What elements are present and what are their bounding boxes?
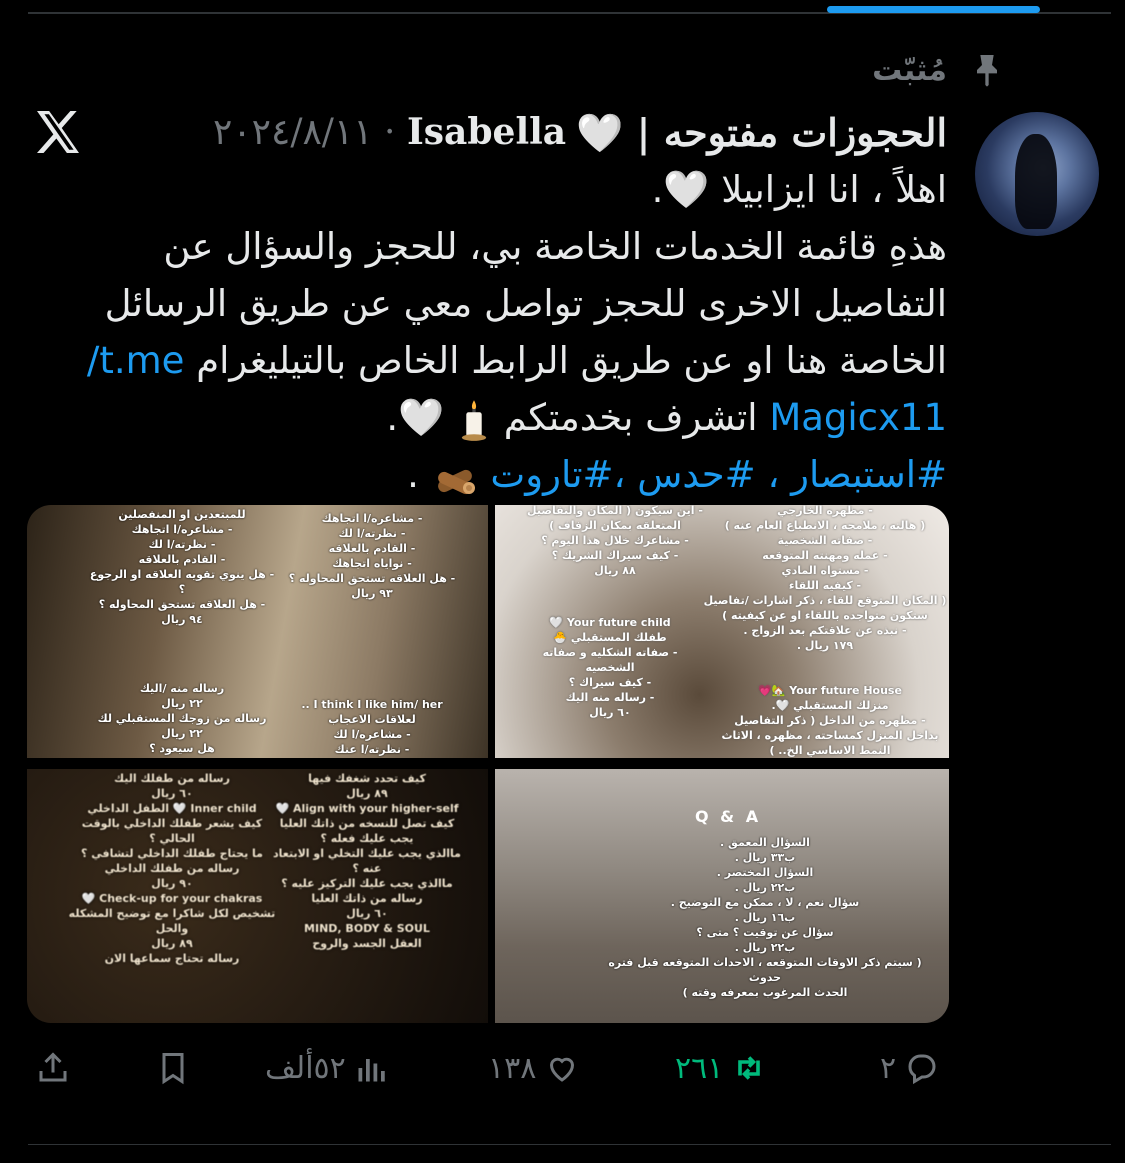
share-button[interactable] — [35, 1050, 71, 1086]
media-grid[interactable]: للمبتعدين او المنفصلين - مشاعره/ا اتجاهك… — [27, 505, 949, 1023]
reply-icon — [908, 1054, 936, 1085]
image-2-text-child: Your future child 🤍 طفلك المستقبلي 🐣 - ص… — [542, 616, 678, 719]
avatar-figure — [1015, 134, 1057, 229]
tweet-header: الحجوزات مفتوحه | 🤍 Isabella · ٢٠٢٤/٨/١١ — [47, 104, 947, 161]
likes-count: ١٣٨ — [488, 1050, 537, 1086]
pinned-label: مُثبّت — [872, 52, 947, 88]
post-date[interactable]: ٢٠٢٤/٨/١١ — [213, 112, 373, 153]
retweet-button[interactable]: ٢٦١ — [675, 1050, 767, 1086]
image-1-text-bottom-left: رساله منه /اليك ٢٢ ريال رساله من زوجك ال… — [97, 682, 267, 755]
image-1-text-left: للمبتعدين او المنفصلين - مشاعره/ا اتجاهك… — [89, 508, 275, 626]
pin-icon — [977, 55, 997, 87]
replies-count: ٢ — [880, 1050, 897, 1086]
tab-indicator — [827, 6, 1040, 13]
tweet-line-1: اهلاً ، انا ايزابيلا 🤍. — [651, 168, 947, 211]
wood-emoji-icon — [437, 469, 475, 494]
reply-button[interactable]: ٢ — [880, 1050, 940, 1086]
retweets-count: ٢٦١ — [675, 1050, 724, 1086]
image-4-title: Q & A — [695, 807, 762, 826]
tweet-line-4: الخاصة هنا او عن طريق الرابط الخاص بالتي… — [47, 332, 947, 389]
telegram-link-part1[interactable]: t.me/ — [87, 339, 185, 382]
image-2-text-top-left: - اين سيكون ( المكان والتفاصيل المتعلقه … — [527, 505, 703, 577]
image-2-text-house: Your future House 🏡💗 منزلك المستقبلي 🤍. … — [721, 684, 939, 757]
image-1-text-right: - مشاعره/ا اتجاهك - نظرته/ا لك - القادم … — [288, 512, 456, 600]
bottom-divider — [28, 1144, 1111, 1145]
handle[interactable]: Isabella — [407, 111, 566, 153]
media-image-2[interactable]: - اين سيكون ( المكان والتفاصيل المتعلقه … — [495, 505, 949, 758]
media-image-3[interactable]: رساله من طفلك اليك ٦٠ ريال Inner child 🤍… — [27, 769, 488, 1023]
heart-icon — [550, 1057, 575, 1082]
image-1-text-bottom-right: I think I like him/ her .. لعلاقات الاعج… — [301, 698, 443, 756]
retweet-icon — [738, 1056, 761, 1080]
bookmark-button[interactable] — [155, 1050, 191, 1086]
tweet-line-3: التفاصيل الاخرى للحجز تواصل معي عن طريق … — [104, 282, 947, 325]
media-image-4[interactable]: Q & A السؤال المعمق . ب٣٣ ريال . السؤال … — [495, 769, 949, 1023]
avatar[interactable] — [975, 112, 1099, 236]
image-3-text-right: كيف تحدد شغفك فيها ٨٩ ريال Align with yo… — [273, 772, 461, 950]
hashtags[interactable]: #استبصار ، #حدس ،#تاروت — [490, 453, 947, 496]
media-image-1[interactable]: للمبتعدين او المنفصلين - مشاعره/ا اتجاهك… — [27, 505, 488, 758]
image-2-text-top-right: - مظهره الخارجي ( هالته ، ملامحه ، الانط… — [703, 505, 947, 652]
tweet-line-5-end: 🤍. — [386, 396, 445, 439]
tweet-line-5: Magicx11 اتشرف بخدمتكم 🤍. — [47, 389, 947, 446]
views-count: ٥٢ألف — [265, 1050, 346, 1086]
candle-emoji-icon — [461, 399, 487, 441]
views-button[interactable]: ٥٢ألف — [265, 1050, 390, 1086]
bookmark-icon — [162, 1053, 184, 1085]
image-3-text-left: رساله من طفلك اليك ٦٠ ريال Inner child 🤍… — [68, 772, 276, 965]
image-4-text: السؤال المعمق . ب٣٣ ريال . السؤال المختص… — [608, 836, 922, 999]
like-button[interactable]: ١٣٨ — [488, 1050, 580, 1086]
share-icon — [39, 1052, 67, 1082]
tweet-line-2: هذهِ قائمة الخدمات الخاصة بي، للحجز والس… — [163, 225, 947, 268]
tweet-line-5-text: اتشرف بخدمتكم — [503, 396, 758, 439]
action-bar: ٥٢ألف ١٣٨ ٢٦١ ٢ — [0, 1050, 1125, 1098]
handle-date: Isabella · ٢٠٢٤/٨/١١ — [212, 111, 567, 153]
display-name[interactable]: الحجوزات مفتوحه | 🤍 — [576, 104, 947, 161]
tweet-body: الحجوزات مفتوحه | 🤍 Isabella · ٢٠٢٤/٨/١١… — [47, 104, 947, 503]
telegram-link-part2[interactable]: Magicx11 — [769, 396, 947, 439]
hashtags-end: . — [407, 453, 419, 496]
tweet-line-4-text: الخاصة هنا او عن طريق الرابط الخاص بالتي… — [196, 339, 947, 382]
pinned-indicator: مُثبّت — [872, 50, 1007, 90]
tweet-line-6: #استبصار ، #حدس ،#تاروت . — [47, 446, 947, 503]
views-icon — [358, 1059, 385, 1082]
